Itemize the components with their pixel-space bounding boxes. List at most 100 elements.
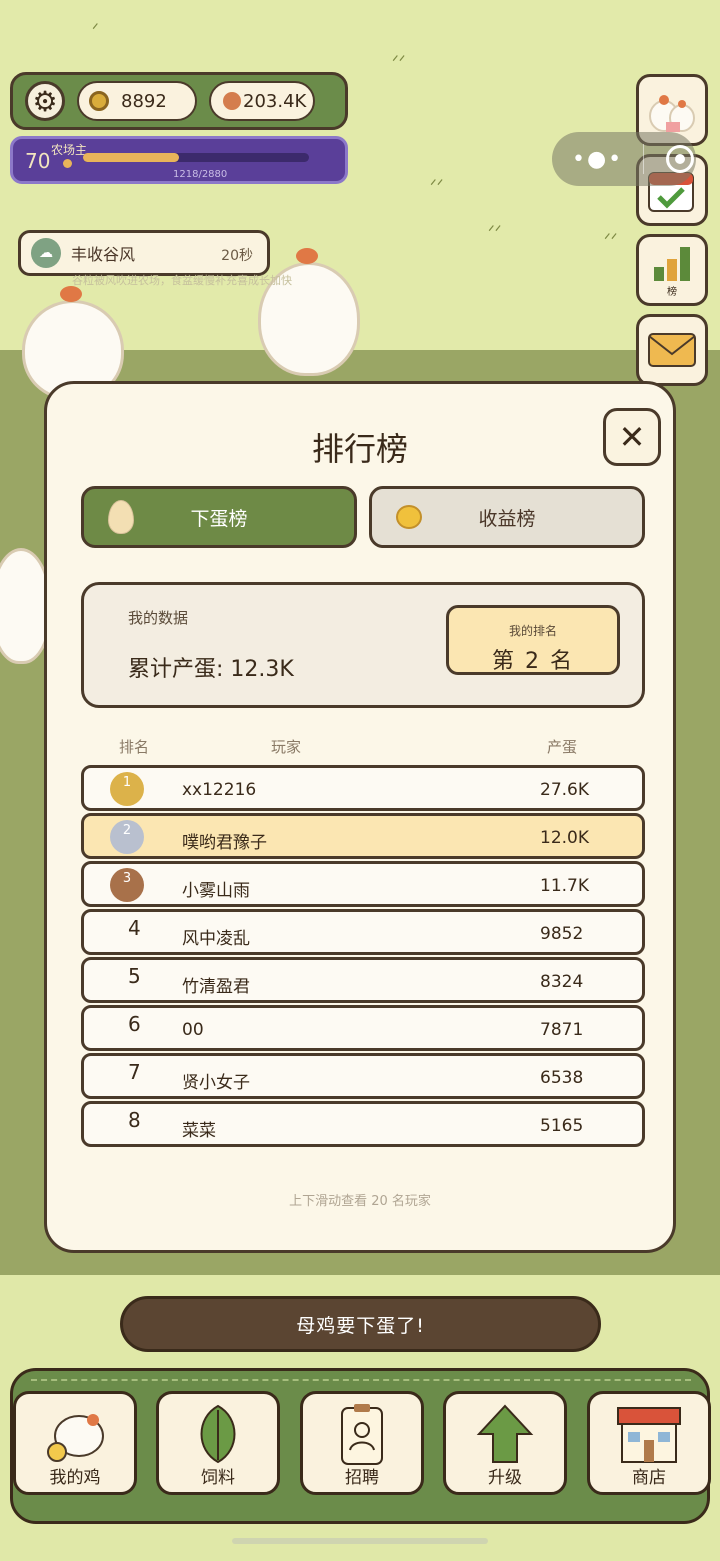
tab-label: 下蛋榜 — [190, 507, 248, 530]
weather-event[interactable]: ☁ 丰收谷风 20秒 — [18, 230, 270, 276]
tab-label: 收益榜 — [478, 507, 536, 530]
mail-button[interactable] — [636, 314, 708, 386]
leaderboard-label: 榜 — [667, 286, 677, 298]
nav-label: 饲料 — [201, 1468, 235, 1488]
coin-icon — [89, 91, 109, 111]
chicken-icon — [47, 1414, 104, 1462]
player-name: 贤小女子 — [182, 1073, 250, 1093]
egg-count: 12.0K — [540, 828, 589, 848]
player-name: 噗哟君豫子 — [182, 833, 267, 853]
coins-icon — [396, 505, 422, 529]
tab-income-ranking[interactable]: 收益榜 — [369, 486, 645, 548]
close-button[interactable]: ✕ — [603, 408, 661, 466]
bottom-nav: 我的鸡 饲料 招聘 升级 商店 — [10, 1368, 711, 1524]
bar-chart-icon — [654, 246, 690, 281]
nav-recruit[interactable]: 招聘 — [300, 1391, 424, 1495]
grass-tuft: ᐟᐟ — [604, 230, 618, 249]
table-row[interactable]: 8 菜菜 5165 — [81, 1101, 645, 1147]
player-name: 竹清盈君 — [182, 977, 250, 997]
close-miniprogram-icon[interactable] — [666, 145, 695, 173]
egg-count: 9852 — [540, 924, 584, 944]
home-indicator — [232, 1538, 488, 1544]
scroll-hint: 上下滑动查看 20 名玩家 — [289, 1194, 431, 1209]
player-name: xx12216 — [182, 780, 257, 800]
weather-description: 谷粒被风吹进农场，食盆缓慢补充喜成长加快 — [72, 274, 292, 287]
my-rank-box: 我的排名 第 2 名 — [446, 605, 620, 675]
rank-number: 5 — [128, 964, 141, 988]
medal-icon: 2 — [110, 820, 144, 854]
egg-icon — [108, 500, 134, 534]
weather-timer: 20秒 — [221, 248, 253, 264]
nav-shop[interactable]: 商店 — [587, 1391, 711, 1495]
player-name: 风中凌乱 — [182, 929, 250, 949]
capsule-divider — [643, 144, 645, 174]
xp-progress-bar — [83, 153, 309, 162]
coin-value: 8892 — [121, 90, 167, 112]
tab-egg-ranking[interactable]: 下蛋榜 — [81, 486, 357, 548]
player-name: 小雾山雨 — [182, 881, 250, 901]
rank-number: 7 — [128, 1060, 141, 1084]
table-row[interactable]: 1 xx12216 27.6K — [81, 765, 645, 811]
nav-my-chickens[interactable]: 我的鸡 — [13, 1391, 137, 1495]
xp-progress-fill — [83, 153, 179, 162]
chicken-family-icon — [649, 95, 695, 132]
weather-name: 丰收谷风 — [71, 245, 136, 264]
egg-value: 203.4K — [243, 90, 307, 112]
level-bar: 70 农场主 1218/2880 — [10, 136, 348, 184]
level-title: 农场主 — [51, 143, 88, 157]
cloud-icon: ☁ — [31, 238, 61, 268]
egg-counter: 203.4K — [209, 81, 315, 121]
nav-feed[interactable]: 饲料 — [156, 1391, 280, 1495]
my-data-card: 我的数据 累计产蛋: 12.3K 我的排名 第 2 名 — [81, 582, 645, 708]
arrow-up-icon — [476, 1404, 534, 1463]
nav-label: 招聘 — [345, 1468, 379, 1488]
grass-tuft: ᐟ — [92, 20, 99, 39]
rank-number: 8 — [128, 1108, 141, 1132]
column-header-player: 玩家 — [271, 738, 302, 756]
egg-icon — [223, 92, 241, 110]
egg-count: 5165 — [540, 1116, 584, 1136]
rank-number: 4 — [128, 916, 141, 940]
leaderboard-modal: 排行榜 ✕ 下蛋榜 收益榜 我的数据 累计产蛋: 12.3K 我的排名 第 2 … — [44, 381, 676, 1253]
nav-label: 我的鸡 — [49, 1468, 101, 1488]
mini-program-capsule: •●• — [552, 132, 696, 186]
column-header-rank: 排名 — [119, 738, 150, 756]
table-row[interactable]: 2 噗哟君豫子 12.0K — [81, 813, 645, 859]
close-icon: ✕ — [618, 418, 646, 456]
lay-egg-button[interactable]: 母鸡要下蛋了! — [120, 1296, 601, 1352]
xp-text: 1218/2880 — [173, 169, 228, 180]
resource-bar: ⚙ 8892 203.4K — [10, 72, 348, 130]
player-name: 00 — [182, 1020, 204, 1040]
modal-title: 排行榜 — [311, 430, 408, 468]
my-data-label: 我的数据 — [128, 609, 189, 627]
level-dot — [63, 159, 72, 168]
table-row[interactable]: 6 00 7871 — [81, 1005, 645, 1051]
table-row[interactable]: 4 风中凌乱 9852 — [81, 909, 645, 955]
rank-number: 6 — [128, 1012, 141, 1036]
nav-upgrade[interactable]: 升级 — [443, 1391, 567, 1495]
level-number: 70 — [25, 149, 51, 173]
chicken-comb — [60, 286, 82, 302]
more-menu-icon[interactable]: •●• — [572, 147, 623, 172]
grass-tuft: ᐟᐟ — [488, 222, 502, 241]
table-row[interactable]: 7 贤小女子 6538 — [81, 1053, 645, 1099]
settings-button[interactable]: ⚙ — [25, 81, 65, 121]
shop-icon — [617, 1407, 681, 1463]
egg-count: 7871 — [540, 1020, 584, 1040]
medal-icon: 1 — [110, 772, 144, 806]
table-row[interactable]: 5 竹清盈君 8324 — [81, 957, 645, 1003]
nav-label: 升级 — [488, 1468, 522, 1488]
medal-icon: 3 — [110, 868, 144, 902]
total-eggs: 累计产蛋: 12.3K — [128, 657, 294, 682]
chicken-comb — [296, 248, 318, 264]
table-row[interactable]: 3 小雾山雨 11.7K — [81, 861, 645, 907]
egg-count: 27.6K — [540, 780, 589, 800]
badge-icon — [341, 1404, 383, 1465]
nav-label: 商店 — [632, 1468, 666, 1488]
leaf-icon — [200, 1404, 236, 1464]
leaderboard-button[interactable]: 榜 — [636, 234, 708, 306]
egg-count: 6538 — [540, 1068, 584, 1088]
column-header-eggs: 产蛋 — [547, 738, 578, 756]
coin-counter: 8892 — [77, 81, 197, 121]
my-rank-value: 第 2 名 — [492, 649, 574, 674]
